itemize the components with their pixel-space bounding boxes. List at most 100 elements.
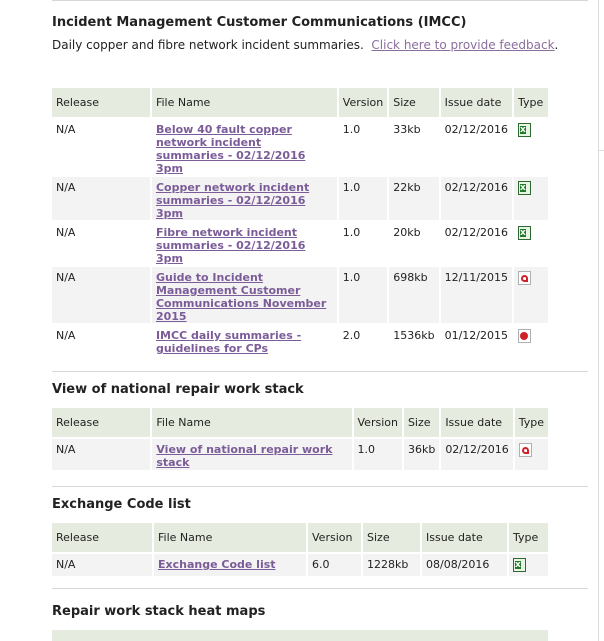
cell-version: 6.0 <box>308 552 363 576</box>
col-version: Version <box>338 88 390 117</box>
cell-issue-date: 01/12/2015 <box>440 323 514 355</box>
repair-stack-table: Release File Name Version Size Issue dat… <box>52 408 548 470</box>
excel-icon[interactable] <box>518 123 531 137</box>
cell-release: N/A <box>52 323 152 355</box>
scrollbar-thumb[interactable] <box>599 0 604 151</box>
cell-file-name: IMCC daily summaries - guidelines for CP… <box>151 323 339 355</box>
col-release: Release <box>52 88 152 117</box>
file-link[interactable]: IMCC daily summaries - guidelines for CP… <box>156 329 333 355</box>
cell-size: 33kb <box>389 117 441 175</box>
file-link[interactable]: View of national repair work stack <box>156 443 347 469</box>
table-row: N/A Copper network incident summaries - … <box>52 175 548 220</box>
col-version: Version <box>308 523 363 552</box>
cell-issue-date: 02/12/2016 <box>441 437 515 470</box>
cell-size: 1228kb <box>363 552 422 576</box>
divider <box>52 371 588 372</box>
cell-file-name: Fibre network incident summaries - 02/12… <box>151 220 339 265</box>
col-file-name: File Name <box>154 523 308 552</box>
exchange-header-row: Release File Name Version Size Issue dat… <box>52 523 548 552</box>
pdf-icon[interactable] <box>518 443 532 457</box>
pdf-icon[interactable] <box>518 271 531 285</box>
excel-icon[interactable] <box>513 558 526 572</box>
imcc-table: Release File Name Version Size Issue dat… <box>52 88 548 355</box>
cell-version: 1.0 <box>353 437 404 470</box>
cell-version: 1.0 <box>338 175 390 220</box>
table-row: N/A View of national repair work stack 1… <box>52 437 548 470</box>
table-row: N/A Fibre network incident summaries - 0… <box>52 220 548 265</box>
col-file-name: File Name <box>151 88 339 117</box>
cell-type <box>514 175 548 220</box>
file-link[interactable]: Below 40 fault copper network incident s… <box>156 123 333 175</box>
scrollbar[interactable] <box>598 0 604 641</box>
imcc-description: Daily copper and fibre network incident … <box>52 38 559 52</box>
table-row: N/A Exchange Code list 6.0 1228kb 08/08/… <box>52 552 548 576</box>
col-release: Release <box>52 523 154 552</box>
cell-size: 22kb <box>389 175 441 220</box>
cell-type <box>514 265 548 323</box>
col-file-name: File Name <box>152 408 354 437</box>
col-issue-date: Issue date <box>422 523 509 552</box>
heatmaps-table-header <box>52 630 548 641</box>
col-size: Size <box>389 88 441 117</box>
cell-version: 1.0 <box>338 117 390 175</box>
imcc-description-text: Daily copper and fibre network incident … <box>52 38 364 52</box>
cell-type <box>514 437 548 470</box>
cell-type <box>514 220 548 265</box>
cell-release: N/A <box>52 437 153 470</box>
cell-issue-date: 08/08/2016 <box>422 552 509 576</box>
divider <box>52 486 588 487</box>
file-link[interactable]: Guide to Incident Management Customer Co… <box>156 271 333 323</box>
cell-file-name: Copper network incident summaries - 02/1… <box>151 175 339 220</box>
table-row: N/A Guide to Incident Management Custome… <box>52 265 548 323</box>
cell-release: N/A <box>52 175 152 220</box>
cell-issue-date: 02/12/2016 <box>440 175 514 220</box>
cell-size: 698kb <box>389 265 441 323</box>
cell-version: 1.0 <box>338 220 390 265</box>
cell-size: 36kb <box>403 437 442 470</box>
cell-size: 1536kb <box>389 323 441 355</box>
excel-icon[interactable] <box>518 226 531 240</box>
file-link[interactable]: Fibre network incident summaries - 02/12… <box>156 226 333 265</box>
repair-header-row: Release File Name Version Size Issue dat… <box>52 408 548 437</box>
heatmaps-title: Repair work stack heat maps <box>52 604 266 619</box>
table-row: N/A Below 40 fault copper network incide… <box>52 117 548 175</box>
cell-type <box>514 323 548 355</box>
col-issue-date: Issue date <box>441 408 515 437</box>
col-size: Size <box>363 523 422 552</box>
file-link[interactable]: Copper network incident summaries - 02/1… <box>156 181 333 220</box>
cell-issue-date: 02/12/2016 <box>440 220 514 265</box>
col-type: Type <box>514 88 548 117</box>
exchange-title: Exchange Code list <box>52 497 191 512</box>
cell-file-name: Below 40 fault copper network incident s… <box>151 117 339 175</box>
cell-issue-date: 12/11/2015 <box>440 265 514 323</box>
table-row: N/A IMCC daily summaries - guidelines fo… <box>52 323 548 355</box>
cell-file-name: Guide to Incident Management Customer Co… <box>151 265 339 323</box>
cell-release: N/A <box>52 265 152 323</box>
cell-file-name: View of national repair work stack <box>152 437 354 470</box>
col-version: Version <box>353 408 404 437</box>
cell-release: N/A <box>52 220 152 265</box>
divider <box>52 0 588 1</box>
powerpoint-icon[interactable] <box>518 329 531 343</box>
col-type: Type <box>514 408 548 437</box>
col-release: Release <box>52 408 153 437</box>
cell-release: N/A <box>52 117 152 175</box>
imcc-header-row: Release File Name Version Size Issue dat… <box>52 88 548 117</box>
cell-release: N/A <box>52 552 154 576</box>
cell-type <box>509 552 548 576</box>
cell-version: 1.0 <box>338 265 390 323</box>
col-type: Type <box>509 523 548 552</box>
cell-file-name: Exchange Code list <box>154 552 308 576</box>
cell-type <box>514 117 548 175</box>
cell-issue-date: 02/12/2016 <box>440 117 514 175</box>
divider <box>52 588 588 589</box>
col-issue-date: Issue date <box>440 88 514 117</box>
cell-size: 20kb <box>389 220 441 265</box>
repair-stack-title: View of national repair work stack <box>52 382 304 397</box>
cell-version: 2.0 <box>338 323 390 355</box>
excel-icon[interactable] <box>518 181 531 195</box>
feedback-link[interactable]: Click here to provide feedback <box>371 38 554 52</box>
file-link[interactable]: Exchange Code list <box>158 558 302 571</box>
imcc-title: Incident Management Customer Communicati… <box>52 15 467 30</box>
exchange-table: Release File Name Version Size Issue dat… <box>52 523 548 576</box>
